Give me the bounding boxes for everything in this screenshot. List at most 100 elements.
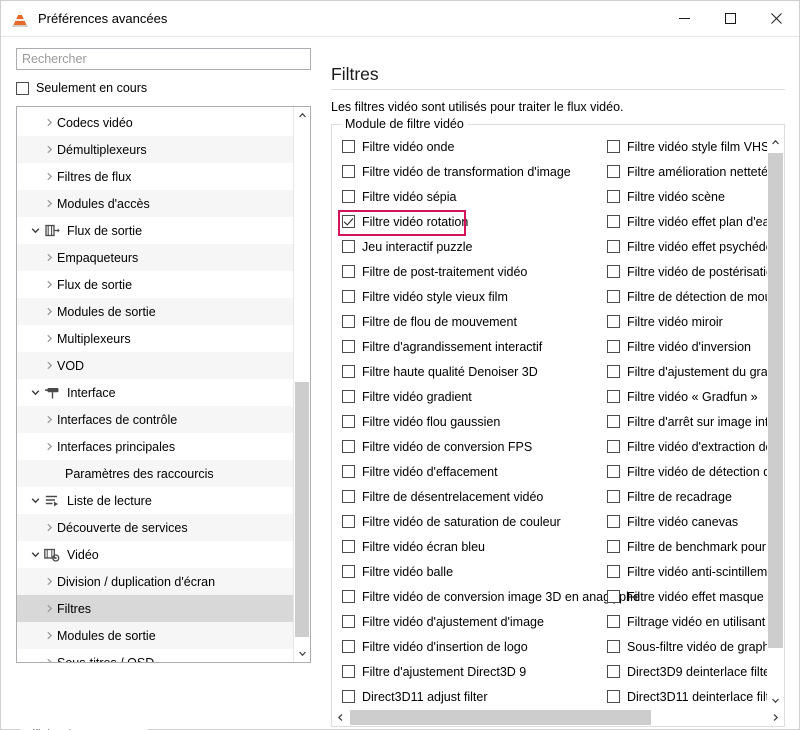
checkbox-unchecked[interactable] xyxy=(342,265,355,278)
filter-checkbox-row[interactable]: Direct3D11 adjust filter xyxy=(342,684,607,709)
filter-checkbox-row[interactable]: Filtre vidéo effet psychédélique xyxy=(607,234,767,259)
checkbox-unchecked[interactable] xyxy=(607,240,620,253)
checkbox-unchecked[interactable] xyxy=(607,515,620,528)
checkbox-unchecked[interactable] xyxy=(607,215,620,228)
checkbox-unchecked[interactable] xyxy=(607,415,620,428)
filter-checkbox-row[interactable]: Filtre vidéo de conversion image 3D en a… xyxy=(342,584,640,609)
checkbox-unchecked[interactable] xyxy=(342,315,355,328)
filter-checkbox-row[interactable]: Filtre vidéo style vieux film xyxy=(342,284,607,309)
chevron-right-icon[interactable] xyxy=(41,253,57,262)
filter-checkbox-row[interactable]: Filtre vidéo sépia xyxy=(342,184,607,209)
sidebar-scroll-track[interactable] xyxy=(294,124,310,645)
checkbox-unchecked[interactable] xyxy=(607,290,620,303)
filters-scroll-track[interactable] xyxy=(767,151,784,692)
filters-scroll-right-icon[interactable] xyxy=(767,709,784,726)
checkbox-unchecked[interactable] xyxy=(342,240,355,253)
checkbox-unchecked[interactable] xyxy=(342,590,355,603)
filters-hscroll-track[interactable] xyxy=(349,709,767,726)
filter-checkbox-row[interactable]: Filtre vidéo scène xyxy=(607,184,767,209)
sidebar-item-modules-de-sortie[interactable]: Modules de sortie xyxy=(17,622,293,649)
checkbox-unchecked[interactable] xyxy=(342,615,355,628)
filters-vertical-scrollbar[interactable] xyxy=(767,134,784,709)
sidebar-scroll-down-icon[interactable] xyxy=(294,645,310,662)
checkbox-unchecked[interactable] xyxy=(607,390,620,403)
checkbox-unchecked[interactable] xyxy=(607,165,620,178)
filter-checkbox-row[interactable]: Filtre vidéo miroir xyxy=(607,309,767,334)
sidebar-item-empaqueteurs[interactable]: Empaqueteurs xyxy=(17,244,293,271)
filter-checkbox-row[interactable]: Filtre vidéo style film VHS xyxy=(607,134,767,159)
checkbox-unchecked[interactable] xyxy=(607,190,620,203)
checkbox-unchecked[interactable] xyxy=(342,340,355,353)
filter-checkbox-row[interactable]: Filtre vidéo effet masque de flou xyxy=(607,584,767,609)
sidebar-item-vod[interactable]: VOD xyxy=(17,352,293,379)
filter-checkbox-row[interactable]: Filtre vidéo de saturation de couleur xyxy=(342,509,607,534)
sidebar-item-liste-de-lecture[interactable]: Liste de lecture xyxy=(17,487,293,514)
sidebar-item-division-duplication-d-cran[interactable]: Division / duplication d'écran xyxy=(17,568,293,595)
checkbox-unchecked[interactable] xyxy=(342,140,355,153)
checkbox-unchecked[interactable] xyxy=(607,565,620,578)
filter-checkbox-row[interactable]: Direct3D11 deinterlace filter xyxy=(607,684,767,709)
settings-tree-list[interactable]: Codecs vidéo Démultiplexeurs Filtres de fl… xyxy=(17,107,293,662)
checkbox-unchecked[interactable] xyxy=(607,265,620,278)
filters-scroll-up-icon[interactable] xyxy=(767,134,784,151)
filter-checkbox-row[interactable]: Filtre vidéo anti-scintillement xyxy=(607,559,767,584)
filter-checkbox-row[interactable]: Filtre vidéo canevas xyxy=(607,509,767,534)
sidebar-item-interface[interactable]: Interface xyxy=(17,379,293,406)
checkbox-unchecked[interactable] xyxy=(607,665,620,678)
checkbox-unchecked[interactable] xyxy=(342,165,355,178)
checkbox-unchecked[interactable] xyxy=(607,690,620,703)
maximize-button[interactable] xyxy=(707,1,753,37)
checkbox-unchecked[interactable] xyxy=(607,640,620,653)
only-current-checkbox[interactable]: Seulement en cours xyxy=(16,79,319,97)
chevron-right-icon[interactable] xyxy=(41,577,57,586)
filter-checkbox-row[interactable]: Filtre vidéo balle xyxy=(342,559,607,584)
checkbox-unchecked[interactable] xyxy=(342,190,355,203)
sidebar-item-flux-de-sortie[interactable]: Flux de sortie xyxy=(17,271,293,298)
filters-scroll-left-icon[interactable] xyxy=(332,709,349,726)
filter-checkbox-row[interactable]: Filtre vidéo écran bleu xyxy=(342,534,607,559)
filter-checkbox-row[interactable]: Filtre vidéo effet plan d'eau xyxy=(607,209,767,234)
checkbox-unchecked[interactable] xyxy=(342,365,355,378)
minimize-button[interactable] xyxy=(661,1,707,37)
sidebar-item-filtres[interactable]: Filtres xyxy=(17,595,293,622)
filter-checkbox-row[interactable]: Filtre haute qualité Denoiser 3D xyxy=(342,359,607,384)
filter-checkbox-row[interactable]: Filtre d'arrêt sur image interactif xyxy=(607,409,767,434)
chevron-right-icon[interactable] xyxy=(41,118,57,127)
checkbox-unchecked[interactable] xyxy=(607,490,620,503)
sidebar-vertical-scrollbar[interactable] xyxy=(293,107,310,662)
filter-checkbox-row[interactable]: Filtre vidéo d'ajustement d'image xyxy=(342,609,607,634)
chevron-right-icon[interactable] xyxy=(41,604,57,613)
sidebar-item-codecs-vid-o[interactable]: Codecs vidéo xyxy=(17,109,293,136)
checkbox-unchecked[interactable] xyxy=(342,565,355,578)
chevron-right-icon[interactable] xyxy=(41,334,57,343)
checkbox-checked[interactable] xyxy=(342,215,355,228)
filter-checkbox-row[interactable]: Direct3D9 deinterlace filter xyxy=(607,659,767,684)
filter-checkbox-row[interactable]: Sous-filtre vidéo de graphiques xyxy=(607,634,767,659)
only-current-check-box[interactable] xyxy=(16,81,29,95)
chevron-right-icon[interactable] xyxy=(41,145,57,154)
chevron-right-icon[interactable] xyxy=(41,199,57,208)
filter-checkbox-row[interactable]: Jeu interactif puzzle xyxy=(342,234,607,259)
filter-checkbox-row[interactable]: Filtre de benchmark pour le filtrage xyxy=(607,534,767,559)
sidebar-item-sous-titres-osd[interactable]: Sous-titres / OSD xyxy=(17,649,293,662)
checkbox-unchecked[interactable] xyxy=(607,340,620,353)
chevron-right-icon[interactable] xyxy=(41,523,57,532)
filter-checkbox-row[interactable]: Filtre d'agrandissement interactif xyxy=(342,334,607,359)
sidebar-item-vid-o[interactable]: Vidéo xyxy=(17,541,293,568)
checkbox-unchecked[interactable] xyxy=(342,440,355,453)
chevron-right-icon[interactable] xyxy=(41,280,57,289)
sidebar-item-interfaces-de-contr-le[interactable]: Interfaces de contrôle xyxy=(17,406,293,433)
chevron-down-icon[interactable] xyxy=(27,388,43,397)
filter-checkbox-row[interactable]: Filtre vidéo flou gaussien xyxy=(342,409,607,434)
sidebar-item-d-couverte-de-services[interactable]: Découverte de services xyxy=(17,514,293,541)
checkbox-unchecked[interactable] xyxy=(342,290,355,303)
filter-checkbox-row[interactable]: Filtre vidéo de postérisation xyxy=(607,259,767,284)
checkbox-unchecked[interactable] xyxy=(607,540,620,553)
chevron-right-icon[interactable] xyxy=(41,172,57,181)
chevron-down-icon[interactable] xyxy=(27,496,43,505)
sidebar-scroll-thumb[interactable] xyxy=(295,382,309,637)
checkbox-unchecked[interactable] xyxy=(342,540,355,553)
sidebar-item-filtres-de-flux[interactable]: Filtres de flux xyxy=(17,163,293,190)
checkbox-unchecked[interactable] xyxy=(607,140,620,153)
chevron-down-icon[interactable] xyxy=(27,550,43,559)
